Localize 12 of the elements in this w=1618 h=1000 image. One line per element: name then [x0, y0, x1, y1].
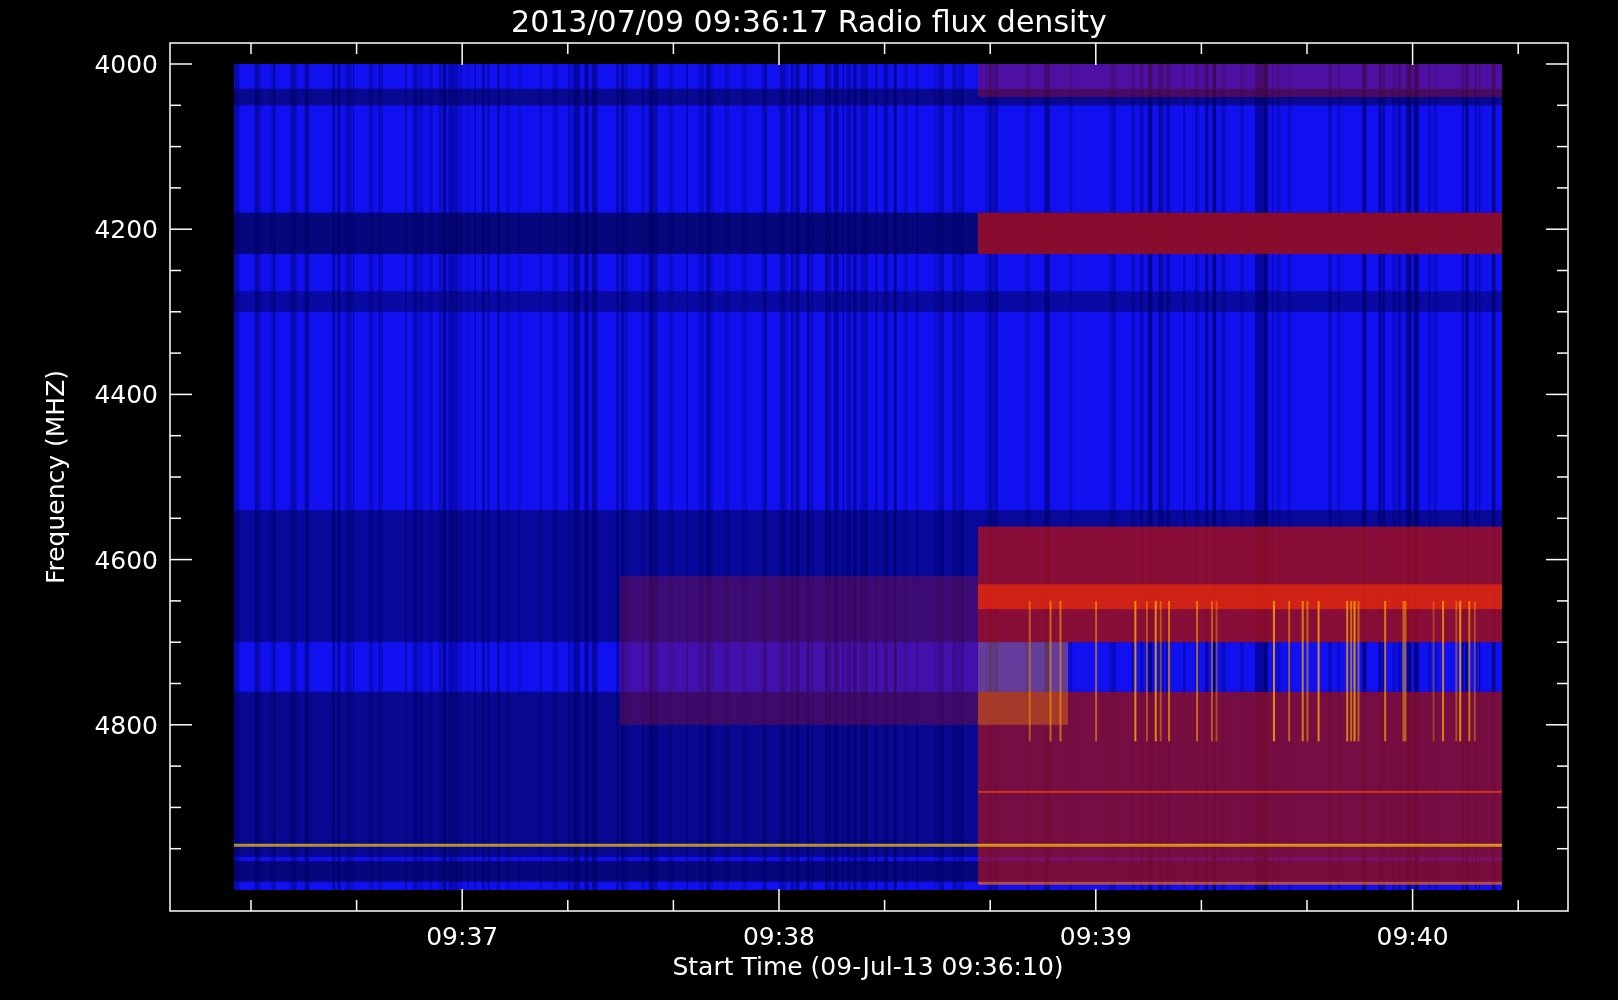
y-axis-label: Frequency (MHZ): [41, 369, 70, 585]
x-tick-label: 09:40: [1376, 922, 1449, 951]
y-tick-label: 4200: [94, 215, 158, 245]
x-tick-label: 09:39: [1059, 922, 1132, 951]
y-tick-label: 4000: [94, 50, 158, 79]
x-tick-label: 09:38: [743, 922, 815, 951]
y-tick-label: 4400: [94, 380, 158, 410]
y-tick-label: 4800: [94, 710, 158, 740]
x-axis-label: Start Time (09-Jul-13 09:36:10): [672, 952, 1064, 981]
chart-title: 2013/07/09 09:36:17 Radio flux density: [511, 4, 1107, 39]
y-tick-label: 4600: [94, 545, 158, 575]
x-tick-label: 09:37: [426, 922, 499, 951]
